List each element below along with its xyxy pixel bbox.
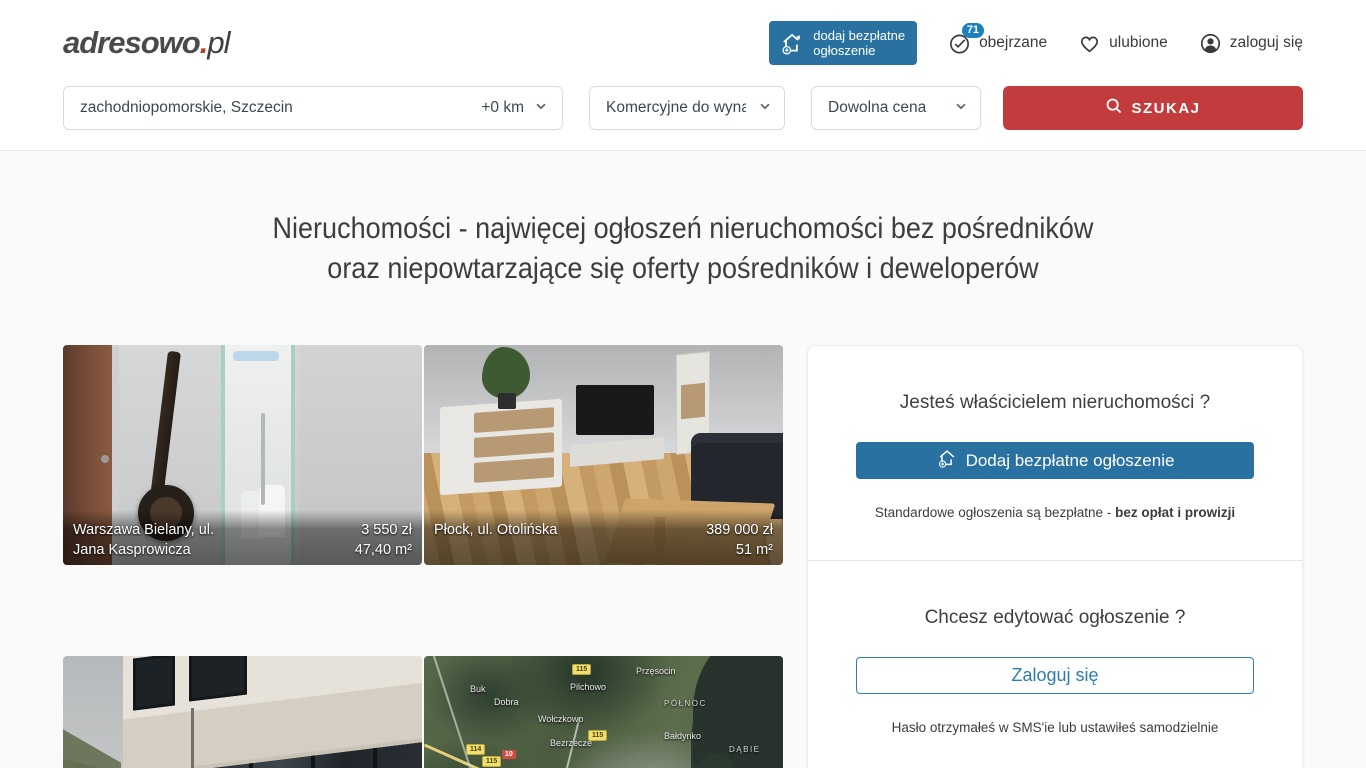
listing-photo: [63, 729, 121, 768]
road-badge: 114: [466, 744, 485, 755]
edit-title: Chcesz edytować ogłoszenie ?: [856, 607, 1254, 629]
listing-location: Warszawa Bielany, ul.: [73, 520, 214, 540]
listing-location: Płock, ul. Otolińska: [434, 520, 557, 540]
owner-title: Jesteś właścicielem nieruchomości ?: [856, 392, 1254, 414]
sidebar-panel: Jesteś właścicielem nieruchomości ? Doda…: [807, 345, 1303, 768]
road-badge: 115: [482, 756, 501, 767]
page-title: Nieruchomości - najwięcej ogłoszeń nieru…: [63, 209, 1303, 289]
viewed-link[interactable]: 71 obejrzane: [947, 31, 1047, 56]
listing-photo: [191, 708, 194, 768]
header: adresowo.pl dodaj bezpłatne: [63, 0, 1303, 86]
add-free-listing-label: Dodaj bezpłatne ogłoszenie: [966, 451, 1175, 471]
house-add-icon: [779, 30, 805, 56]
login-button[interactable]: Zaloguj się: [856, 657, 1254, 694]
listing-price: 3 550 zł: [355, 520, 412, 540]
listing-photo: [101, 455, 109, 463]
road-badge: 115: [572, 664, 591, 675]
price-select[interactable]: Dowolna cena: [811, 86, 981, 130]
search-button-label: SZUKAJ: [1131, 100, 1200, 117]
listing-card-warszawa[interactable]: Warszawa Bielany, ul. Jana Kasprowicza 3…: [63, 345, 422, 565]
chevron-down-icon: [534, 99, 548, 118]
add-listing-label: dodaj bezpłatne ogłoszenie: [813, 28, 905, 58]
login-link[interactable]: zaloguj się: [1198, 31, 1303, 56]
listing-card-lancut[interactable]: Łańcut, ul. Jana Pawła II 5 500 zł: [63, 656, 422, 768]
map-label: Dobra: [494, 697, 519, 707]
map-label: Bezrzecze: [550, 738, 592, 748]
viewed-label: obejrzane: [979, 34, 1047, 52]
map-district-label: PÓŁNOC: [664, 699, 707, 708]
listing-location: Jana Kasprowicza: [73, 540, 214, 560]
radius-value: +0 km: [481, 99, 524, 117]
logo[interactable]: adresowo.pl: [63, 25, 229, 61]
listing-photo: [189, 656, 247, 702]
map-label: Przęsocin: [636, 666, 676, 676]
listing-photo: [150, 351, 181, 499]
logo-name: adresowo: [63, 25, 200, 60]
add-listing-button[interactable]: dodaj bezpłatne ogłoszenie: [769, 21, 917, 65]
category-select[interactable]: Komercyjne do wynaję: [589, 86, 785, 130]
listing-photo: [133, 656, 175, 711]
map-label: Bałdynko: [664, 731, 701, 741]
listing-photo: [440, 399, 562, 496]
location-value: zachodniopomorskie, Szczecin: [80, 99, 293, 117]
listing-price: 389 000 zł: [706, 520, 773, 540]
listing-caption: Płock, ul. Otolińska 389 000 zł 51 m²: [424, 510, 783, 565]
owner-section: Jesteś właścicielem nieruchomości ? Doda…: [808, 346, 1302, 560]
chevron-down-icon: [758, 99, 772, 118]
chevron-down-icon: [954, 99, 968, 118]
road-badge: 115: [588, 730, 607, 741]
main-content: Nieruchomości - najwięcej ogłoszeń nieru…: [0, 151, 1366, 768]
viewed-count-badge: 71: [962, 23, 984, 38]
listing-area: 47,40 m²: [355, 540, 412, 560]
heart-icon: [1077, 31, 1102, 56]
circle-check-icon: 71: [947, 31, 972, 56]
road-badge: 10: [502, 750, 516, 759]
price-value: Dowolna cena: [828, 99, 926, 117]
listing-photo: [498, 393, 516, 409]
listings-grid: Warszawa Bielany, ul. Jana Kasprowicza 3…: [63, 345, 783, 768]
listing-photo: [482, 347, 530, 399]
location-input[interactable]: zachodniopomorskie, Szczecin +0 km: [63, 86, 563, 130]
listing-area: 51 m²: [706, 540, 773, 560]
map-label: Pilchowo: [570, 682, 606, 692]
user-icon: [1198, 31, 1223, 56]
category-value: Komercyjne do wynaję: [606, 99, 746, 117]
listing-card-szczecin-map[interactable]: Pilchowo Przęsocin Buk Dobra Wołczkowo B…: [424, 656, 783, 768]
search-icon: [1105, 97, 1123, 119]
listing-photo: [261, 413, 265, 505]
login-label: zaloguj się: [1230, 34, 1303, 52]
page-title-line1: Nieruchomości - najwięcej ogłoszeń nieru…: [125, 209, 1241, 249]
edit-note: Hasło otrzymałeś w SMS'ie lub ustawiłeś …: [856, 720, 1254, 735]
favorites-label: ulubione: [1109, 34, 1168, 52]
listing-photo: [576, 385, 654, 435]
login-button-label: Zaloguj się: [1011, 665, 1098, 686]
map-district-label: DĄBIE: [729, 745, 761, 754]
owner-note: Standardowe ogłoszenia są bezpłatne - be…: [856, 505, 1254, 520]
edit-section: Chcesz edytować ogłoszenie ? Zaloguj się…: [808, 561, 1302, 768]
house-add-icon: [936, 447, 958, 474]
top-section: adresowo.pl dodaj bezpłatne: [0, 0, 1366, 151]
add-free-listing-button[interactable]: Dodaj bezpłatne ogłoszenie: [856, 442, 1254, 479]
listing-caption: Warszawa Bielany, ul. Jana Kasprowicza 3…: [63, 510, 422, 565]
favorites-link[interactable]: ulubione: [1077, 31, 1168, 56]
page-title-line2: oraz niepowtarzające się oferty pośredni…: [125, 249, 1241, 289]
map-label: Wołczkowo: [538, 714, 583, 724]
header-actions: dodaj bezpłatne ogłoszenie 71 obejrzane: [769, 21, 1303, 65]
listing-card-plock[interactable]: Płock, ul. Otolińska 389 000 zł 51 m²: [424, 345, 783, 565]
search-bar: zachodniopomorskie, Szczecin +0 km Komer…: [63, 86, 1303, 150]
logo-tld: pl: [207, 25, 229, 60]
search-button[interactable]: SZUKAJ: [1003, 86, 1303, 130]
map-label: Buk: [470, 684, 486, 694]
